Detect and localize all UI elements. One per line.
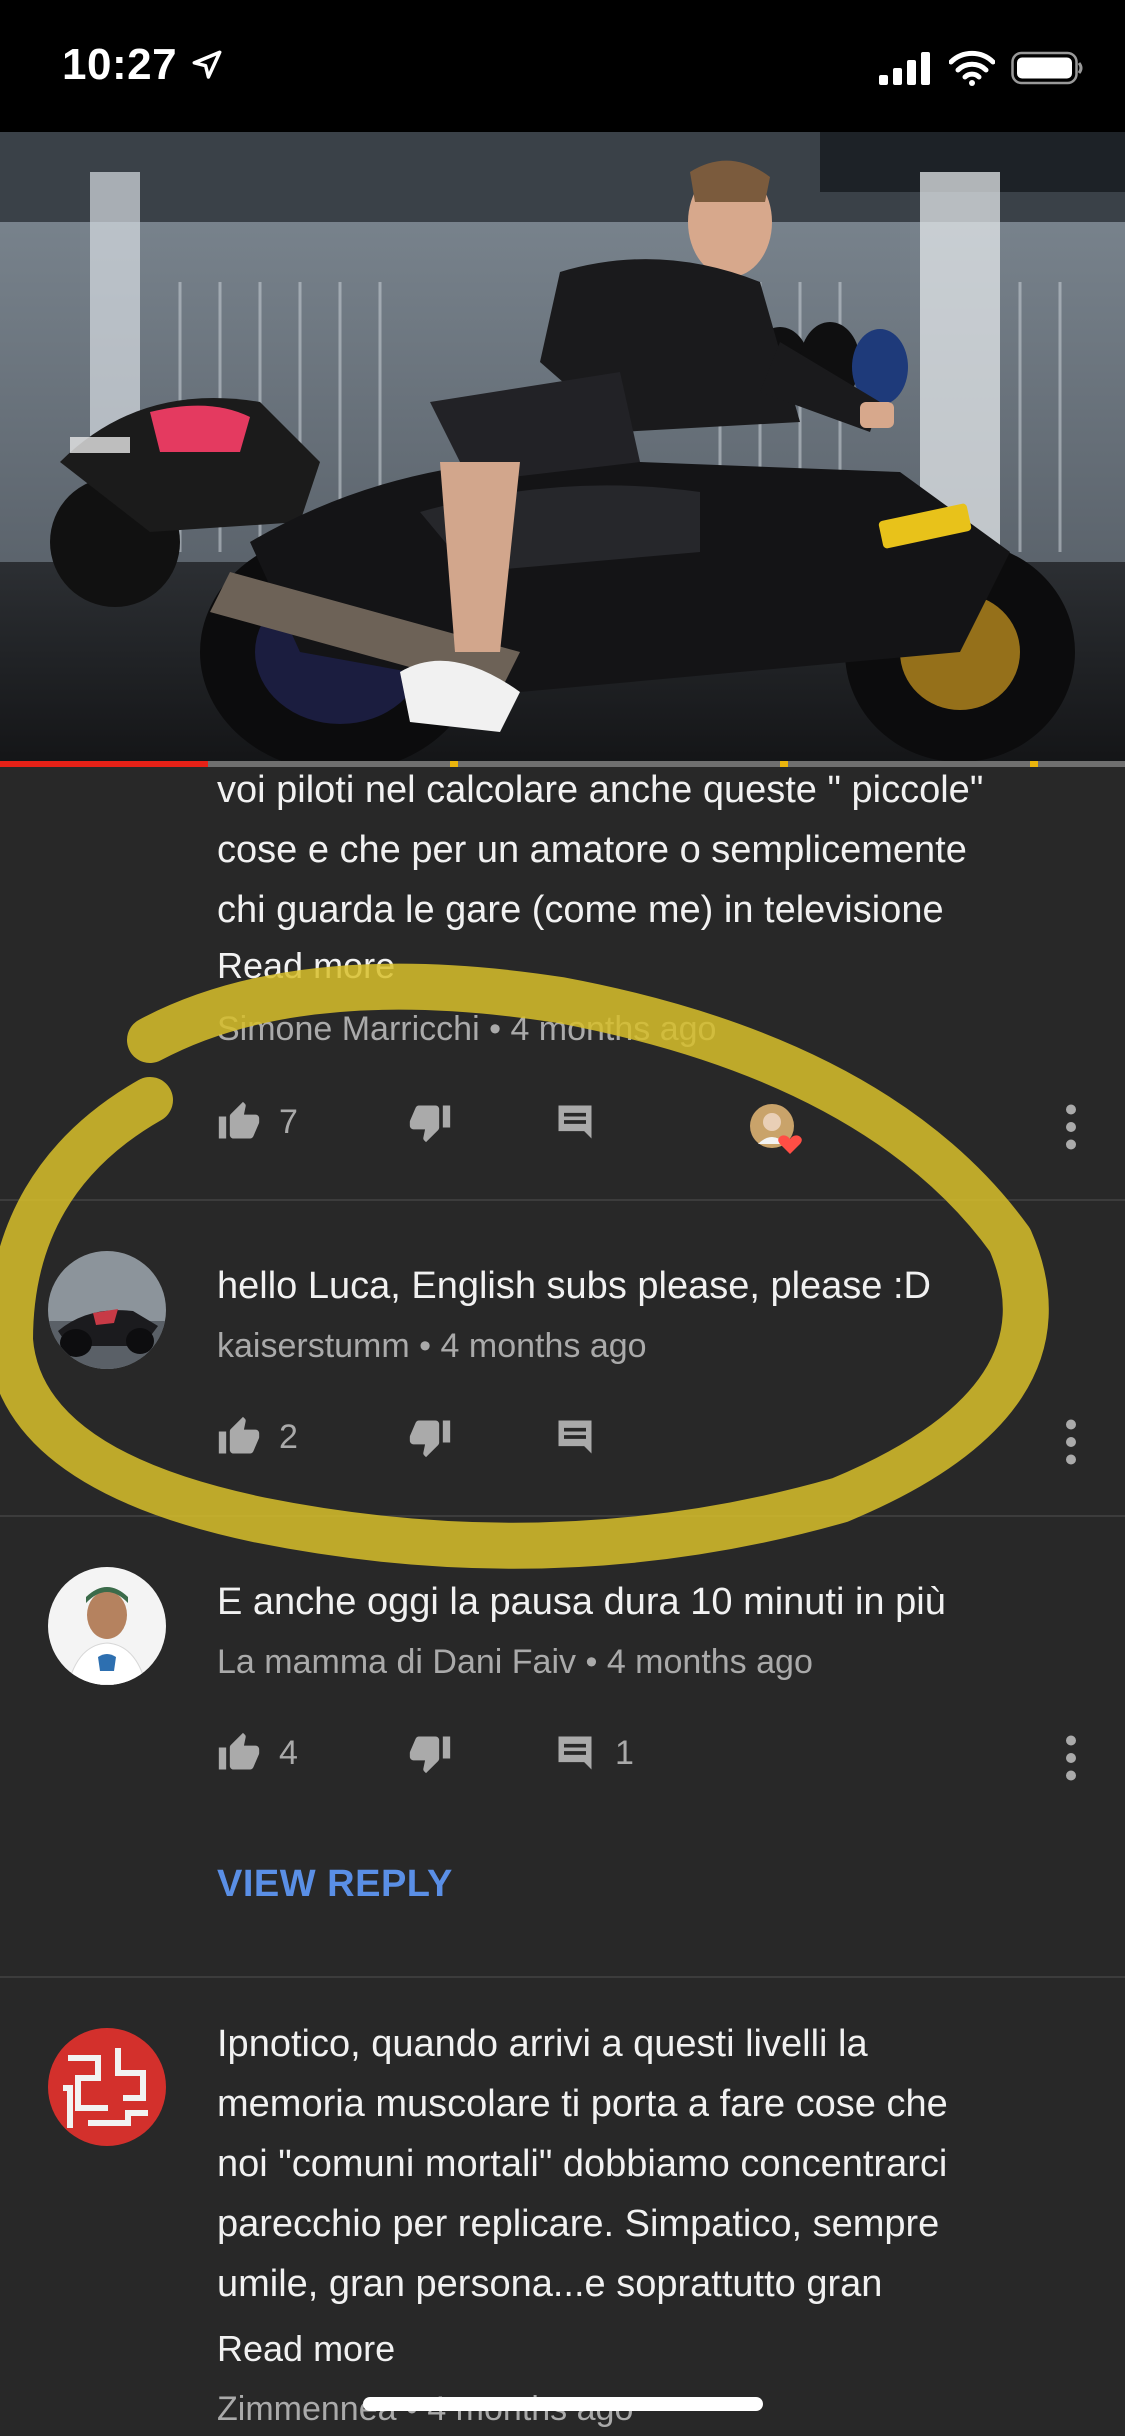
more-options-icon[interactable]	[1058, 1733, 1084, 1783]
meta-separator: •	[419, 1327, 432, 1365]
comment-item: voi piloti nel calcolare anche queste " …	[0, 760, 1125, 1200]
comment-text: voi piloti nel calcolare anche queste " …	[217, 760, 1077, 940]
avatar[interactable]	[48, 2028, 166, 2146]
comment-text: E anche oggi la pausa dura 10 minuti in …	[217, 1572, 1077, 1632]
reply-button[interactable]	[553, 1415, 597, 1459]
dislike-button[interactable]	[408, 1100, 452, 1144]
comment-text-line: noi "comuni mortali" dobbiamo concentrar…	[217, 2143, 948, 2185]
thumb-up-icon	[218, 1416, 260, 1454]
reply-count: 1	[615, 1733, 634, 1772]
video-frame-image	[0, 132, 1125, 764]
meta-separator: •	[489, 1010, 501, 1048]
comment-actions: 2	[0, 1415, 1125, 1475]
like-count: 7	[279, 1102, 298, 1141]
comment-actions: 4 1	[0, 1731, 1125, 1791]
comment-reply-icon	[558, 1736, 592, 1770]
comment-text-line: cose e che per un amatore o semplicement…	[217, 829, 967, 871]
like-button[interactable]: 4	[217, 1731, 298, 1775]
comment-text-line: parecchio per replicare. Simpatico, semp…	[217, 2203, 940, 2245]
comment-meta: kaiserstumm • 4 months ago	[217, 1327, 647, 1366]
more-options-icon[interactable]	[1058, 1417, 1084, 1467]
like-button[interactable]: 2	[217, 1415, 298, 1459]
dislike-button[interactable]	[408, 1415, 452, 1459]
battery-icon	[1011, 51, 1083, 85]
like-button[interactable]: 7	[217, 1100, 298, 1144]
comment-meta: La mamma di Dani Faiv • 4 months ago	[217, 1643, 813, 1682]
comment-author[interactable]: kaiserstumm	[217, 1327, 410, 1365]
thumb-up-icon	[218, 1101, 260, 1139]
comment-time: 4 months ago	[510, 1010, 717, 1048]
meta-separator: •	[585, 1643, 598, 1681]
view-reply-link[interactable]: VIEW REPLY	[217, 1863, 453, 1906]
more-options-icon[interactable]	[1058, 1102, 1084, 1152]
read-more-link[interactable]: Read more	[217, 2328, 395, 2370]
comment-author[interactable]: La mamma di Dani Faiv	[217, 1643, 576, 1681]
comment-text-line: E anche oggi la pausa dura 10 minuti in …	[217, 1581, 946, 1623]
comment-text-line: voi piloti nel calcolare anche queste " …	[217, 769, 984, 811]
comment-text: Ipnotico, quando arrivi a questi livelli…	[217, 2014, 1077, 2314]
comment-actions: 7	[0, 1100, 1125, 1160]
comment-reply-icon	[558, 1105, 592, 1139]
comment-text-line: hello Luca, English subs please, please …	[217, 1265, 932, 1307]
status-icons	[879, 48, 1085, 88]
dislike-button[interactable]	[408, 1731, 452, 1775]
comment-reply-icon	[558, 1420, 592, 1454]
thumb-down-icon	[409, 1105, 451, 1143]
comment-text: hello Luca, English subs please, please …	[217, 1256, 1077, 1316]
thumb-down-icon	[409, 1736, 451, 1774]
reply-button[interactable]	[553, 1100, 597, 1144]
like-count: 2	[279, 1417, 298, 1456]
comment-meta: Simone Marricchi • 4 months ago	[217, 1010, 716, 1049]
wifi-icon	[949, 50, 995, 86]
comment-time: 4 months ago	[606, 1643, 813, 1681]
comment-text-line: chi guarda le gare (come me) in televisi…	[217, 889, 944, 931]
status-time: 10:27	[62, 40, 178, 89]
read-more-link[interactable]: Read more	[217, 945, 395, 987]
comment-text-line: Ipnotico, quando arrivi a questi livelli…	[217, 2023, 868, 2065]
home-indicator[interactable]	[363, 2397, 763, 2411]
video-player[interactable]	[0, 132, 1125, 764]
reply-button[interactable]: 1	[553, 1731, 634, 1775]
comment-text-line: umile, gran persona...e soprattutto gran	[217, 2263, 883, 2305]
comment-item: E anche oggi la pausa dura 10 minuti in …	[0, 1517, 1125, 1977]
comment-time: 4 months ago	[440, 1327, 647, 1365]
like-count: 4	[279, 1733, 298, 1772]
creator-heart-badge	[746, 1100, 806, 1160]
comment-item: hello Luca, English subs please, please …	[0, 1201, 1125, 1516]
thumb-down-icon	[409, 1420, 451, 1458]
avatar[interactable]	[48, 1251, 166, 1369]
signal-bars-icon	[879, 52, 930, 85]
creator-heart-icon	[750, 1104, 802, 1154]
location-arrow-icon	[192, 50, 222, 79]
comment-author[interactable]: Simone Marricchi	[217, 1010, 480, 1048]
comment-item: Ipnotico, quando arrivi a questi livelli…	[0, 1978, 1125, 2436]
status-bar: 10:27	[0, 0, 1125, 132]
thumb-up-icon	[218, 1732, 260, 1770]
comment-text-line: memoria muscolare ti porta a fare cose c…	[217, 2083, 948, 2125]
avatar[interactable]	[48, 1567, 166, 1685]
